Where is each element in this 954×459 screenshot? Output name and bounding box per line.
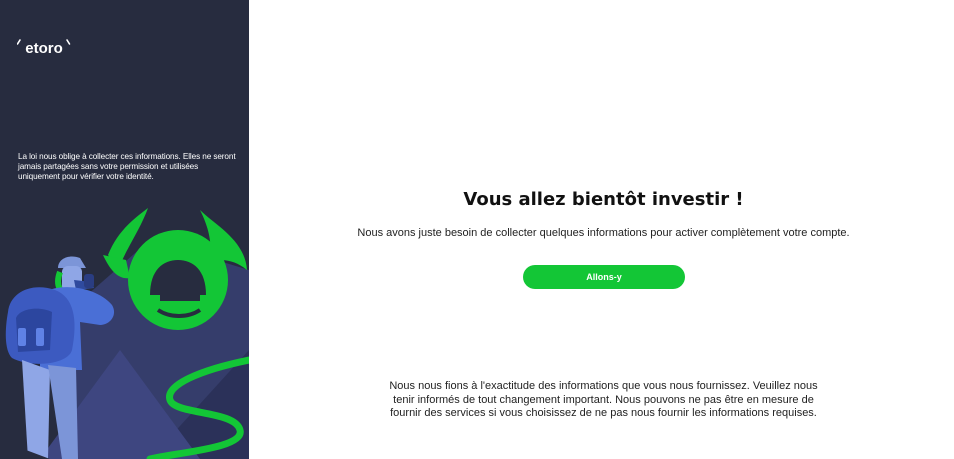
- page-title: Vous allez bientôt investir !: [463, 189, 744, 210]
- disclaimer-text: Nous nous fions à l'exactitude des infor…: [389, 380, 818, 419]
- sidebar-panel: etoro La loi nous oblige à collecter ces…: [0, 0, 249, 459]
- legal-note: La loi nous oblige à collecter ces infor…: [18, 152, 236, 182]
- page-subtitle: Nous avons juste besoin de collecter que…: [357, 227, 850, 239]
- hiker-mountain-illustration: [5, 208, 249, 459]
- main-panel: Vous allez bientôt investir ! Nous avons…: [249, 0, 954, 459]
- etoro-logo: etoro: [17, 39, 71, 56]
- svg-text:etoro: etoro: [25, 40, 63, 56]
- allons-y-button[interactable]: Allons-y: [523, 265, 685, 289]
